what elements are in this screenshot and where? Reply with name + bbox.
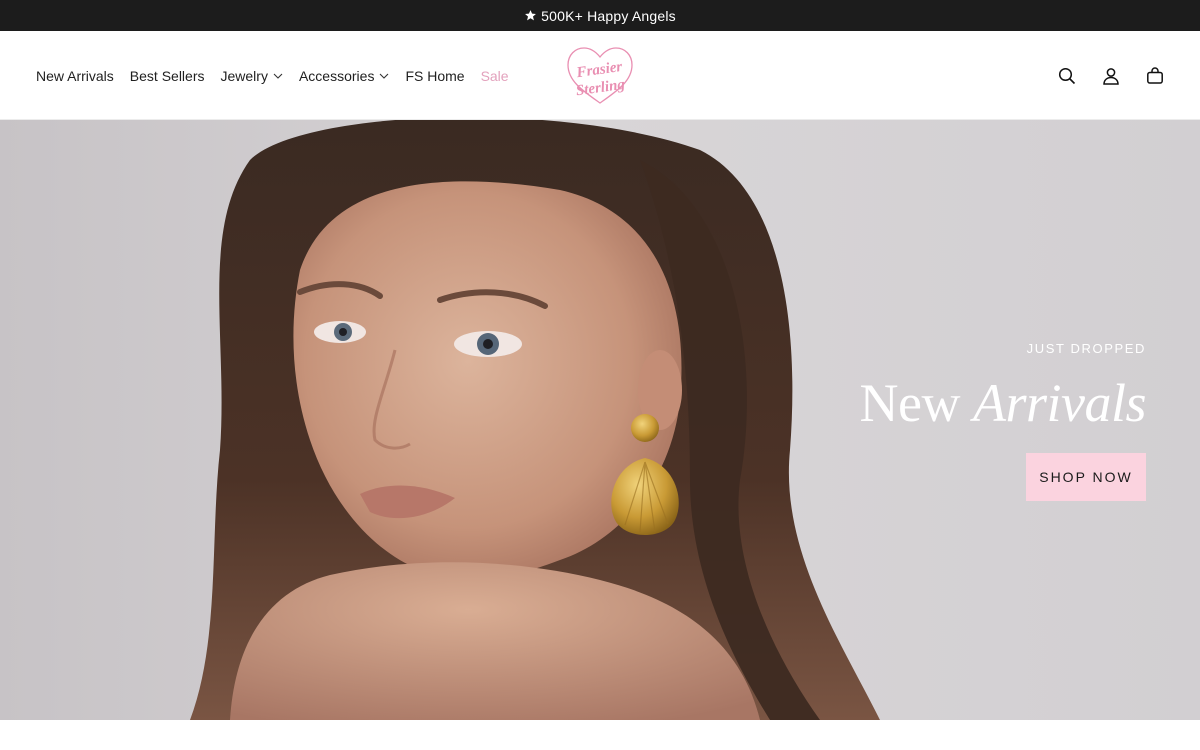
nav-item-label: FS Home: [405, 67, 465, 84]
cart-icon[interactable]: [1146, 66, 1164, 85]
nav-item-label: Best Sellers: [129, 67, 205, 84]
nav-item-label: New Arrivals: [36, 67, 114, 84]
nav-item-label: Jewelry: [220, 67, 268, 84]
star-icon: [525, 10, 537, 21]
site-header: New Arrivals Best Sellers Jewelry Access…: [0, 31, 1200, 120]
chevron-down-icon: [380, 73, 389, 79]
hero-headline-italic: Arrivals: [972, 373, 1147, 433]
account-icon[interactable]: [1102, 67, 1120, 85]
heart-logo-icon: Frasier Sterling: [567, 47, 633, 104]
nav-item-new-arrivals[interactable]: New Arrivals: [36, 68, 114, 84]
nav-item-sale[interactable]: Sale: [481, 68, 509, 84]
nav-item-label: Sale: [480, 67, 509, 84]
brand-logo[interactable]: Frasier Sterling: [565, 45, 635, 107]
nav-item-fs-home[interactable]: FS Home: [405, 68, 464, 84]
hero-eyebrow: JUST DROPPED: [1026, 341, 1146, 356]
shop-now-button[interactable]: SHOP NOW: [1026, 453, 1146, 501]
hero-copy: JUST DROPPED New Arrivals SHOP NOW: [859, 341, 1147, 501]
header-actions: [1058, 31, 1164, 120]
main-nav: New Arrivals Best Sellers Jewelry Access…: [36, 31, 525, 120]
nav-item-accessories[interactable]: Accessories: [299, 68, 389, 84]
nav-item-jewelry[interactable]: Jewelry: [221, 68, 283, 84]
nav-item-best-sellers[interactable]: Best Sellers: [130, 68, 205, 84]
announcement-text: 500K+ Happy Angels: [541, 7, 676, 24]
hero-headline: New Arrivals: [859, 373, 1147, 433]
chevron-down-icon: [273, 73, 283, 79]
hero-headline-plain: New: [859, 373, 961, 433]
announcement-bar: 500K+ Happy Angels: [0, 0, 1200, 31]
page-bottom-strip: [0, 720, 1200, 750]
nav-item-label: Accessories: [298, 67, 375, 84]
search-icon[interactable]: [1058, 67, 1076, 85]
hero-banner: JUST DROPPED New Arrivals SHOP NOW: [0, 120, 1200, 720]
